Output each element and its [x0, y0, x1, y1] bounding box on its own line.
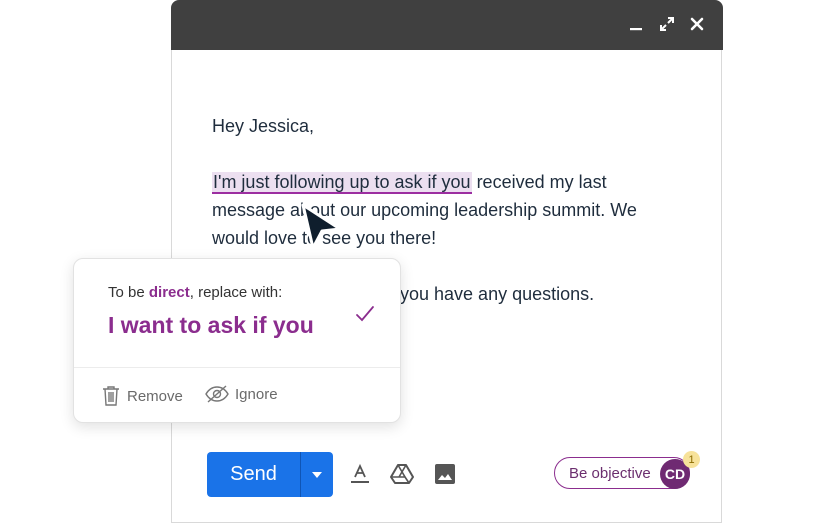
- send-button[interactable]: Send: [207, 452, 300, 497]
- text-format-icon[interactable]: [348, 462, 372, 486]
- send-button-group: Send: [207, 452, 333, 497]
- tone-pill-label: Be objective: [569, 465, 651, 482]
- send-options-button[interactable]: [301, 452, 333, 497]
- expand-icon[interactable]: [657, 14, 677, 34]
- remove-label: Remove: [127, 387, 183, 405]
- suggestion-card: To be direct, replace with: I want to as…: [73, 258, 401, 423]
- insert-photo-icon[interactable]: [433, 462, 457, 486]
- accept-check-icon[interactable]: [354, 303, 376, 325]
- remove-button[interactable]: Remove: [101, 385, 183, 407]
- notification-badge: 1: [683, 451, 700, 468]
- eye-off-icon: [205, 385, 229, 403]
- ignore-label: Ignore: [235, 385, 278, 403]
- mouse-cursor-icon: [301, 203, 342, 250]
- minimize-icon[interactable]: [626, 14, 646, 34]
- close-icon[interactable]: [687, 14, 707, 34]
- email-body[interactable]: Hey Jessica, I'm just following up to as…: [212, 112, 682, 252]
- tone-word: direct: [148, 284, 190, 301]
- chevron-down-icon: [312, 471, 322, 478]
- suggestion-explanation: To be direct, replace with:: [108, 284, 283, 301]
- email-line-partial: you have any questions.: [400, 284, 595, 304]
- ignore-button[interactable]: Ignore: [205, 385, 278, 403]
- email-paragraph: I'm just following up to ask if you rece…: [212, 168, 682, 252]
- drive-icon[interactable]: [390, 462, 414, 486]
- replacement-text[interactable]: I want to ask if you: [108, 312, 314, 339]
- compose-titlebar: [171, 0, 723, 50]
- card-divider: [74, 367, 400, 368]
- highlighted-phrase[interactable]: I'm just following up to ask if you: [212, 172, 472, 194]
- email-greeting: Hey Jessica,: [212, 116, 315, 136]
- trash-icon: [103, 386, 119, 406]
